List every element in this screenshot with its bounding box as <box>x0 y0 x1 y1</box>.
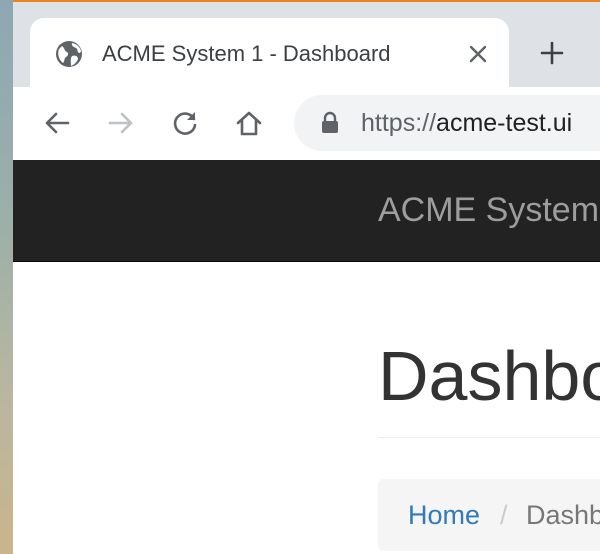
breadcrumb-separator: / <box>500 500 508 530</box>
address-bar[interactable]: https://acme-test.ui <box>294 95 600 151</box>
tab-title: ACME System 1 - Dashboard <box>102 41 391 66</box>
page-content: ACME System Dashboard Home / Dashboard <box>13 160 600 554</box>
home-icon[interactable] <box>233 107 265 139</box>
plus-icon[interactable] <box>535 36 569 70</box>
tab-strip: ACME System 1 - Dashboard <box>13 2 600 87</box>
globe-icon <box>55 40 83 68</box>
breadcrumb-home-link[interactable]: Home <box>408 499 480 531</box>
url-host: acme-test.ui <box>436 109 573 137</box>
arrow-right-icon[interactable] <box>105 107 137 139</box>
title-divider <box>378 437 600 438</box>
breadcrumb-current: Dashboard <box>526 500 600 530</box>
breadcrumb: Home / Dashboard <box>378 479 600 551</box>
lock-icon[interactable] <box>318 111 342 135</box>
browser-window: ACME System 1 - Dashboard https://acme-t… <box>13 0 600 554</box>
reload-icon[interactable] <box>169 107 201 139</box>
desktop-background <box>0 0 13 554</box>
navbar: ACME System <box>13 160 600 262</box>
url-scheme: https:// <box>361 109 437 137</box>
url-text[interactable]: https://acme-test.ui <box>361 108 572 138</box>
tab-active[interactable]: ACME System 1 - Dashboard <box>30 18 509 87</box>
page-title: Dashboard <box>378 337 600 415</box>
arrow-left-icon[interactable] <box>41 107 73 139</box>
browser-toolbar: https://acme-test.ui <box>13 87 600 160</box>
navbar-brand[interactable]: ACME System <box>378 190 599 230</box>
close-icon[interactable] <box>464 40 492 68</box>
